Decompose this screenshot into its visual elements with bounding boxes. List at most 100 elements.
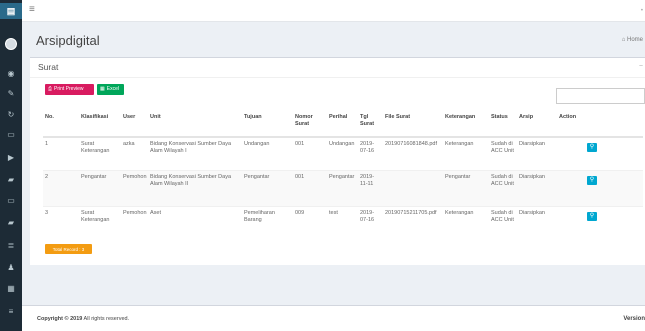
- cell-no: 1: [43, 136, 79, 170]
- col-header[interactable]: Unit: [148, 112, 242, 138]
- page-title: Arsipdigital: [36, 33, 100, 48]
- inbox-icon[interactable]: ▭: [0, 127, 22, 141]
- page-header: Arsipdigital ⌂ Home: [22, 22, 645, 58]
- cell-tgl: 2019-11-11: [358, 169, 383, 206]
- cell-tgl: 2019-07-16: [358, 136, 383, 170]
- cell-unit: Bidang Konservasi Sumber Daya Alam Wilay…: [148, 169, 242, 206]
- cell-tgl: 2019-07-16: [358, 205, 383, 242]
- search-icon: ⚲: [589, 212, 595, 219]
- table-row: 1 Surat Keterangan azka Bidang Konservas…: [43, 136, 643, 170]
- col-header[interactable]: Keterangan: [443, 112, 489, 138]
- cell-keterangan: Pengantar: [443, 169, 489, 206]
- table-row: 3 Surat Keterangan Pemohon Aset Pemeliha…: [43, 205, 643, 242]
- print-preview-button[interactable]: ⎙ Print Preview: [45, 84, 94, 95]
- cell-nomor: 009: [293, 205, 327, 242]
- cell-status: Sudah di ACC Unit: [489, 136, 517, 170]
- cell-perihal: Undangan: [327, 136, 358, 170]
- cell-action: ⚲: [557, 136, 643, 170]
- col-header[interactable]: Status: [489, 112, 517, 138]
- col-header[interactable]: Tgl Surat: [358, 112, 383, 138]
- menu-icon[interactable]: ≡: [0, 304, 22, 318]
- col-header[interactable]: Perihal: [327, 112, 358, 138]
- list-icon[interactable]: ≣: [0, 238, 22, 252]
- history-icon[interactable]: ↻: [0, 107, 22, 121]
- archive-icon[interactable]: ▰: [0, 172, 22, 186]
- cell-keterangan: Keterangan: [443, 136, 489, 170]
- excel-button[interactable]: ▦ Excel: [97, 84, 124, 95]
- inbox-icon[interactable]: ▭: [0, 193, 22, 207]
- user-icon[interactable]: ♟: [0, 260, 22, 274]
- edit-icon[interactable]: ✎: [0, 86, 22, 100]
- col-header[interactable]: Klasifikasi: [79, 112, 121, 138]
- cell-action: ⚲: [557, 205, 643, 242]
- view-button[interactable]: ⚲: [587, 175, 597, 185]
- cell-klasifikasi: Surat Keterangan: [79, 205, 121, 242]
- cell-user: Pemohon: [121, 205, 148, 242]
- cell-tujuan: Undangan: [242, 136, 293, 170]
- footer: Copyright © 2019 All rights reserved. Ve…: [22, 305, 645, 331]
- surat-table: No. Klasifikasi User Unit Tujuan Nomor S…: [43, 112, 643, 242]
- collapse-icon[interactable]: −: [639, 63, 643, 70]
- total-record-badge: Total Record : 3: [45, 244, 92, 254]
- version-label: Version: [623, 316, 645, 322]
- cell-klasifikasi: Pengantar: [79, 169, 121, 206]
- cell-arsip: Diarsipkan: [517, 136, 557, 170]
- col-header: Action: [557, 112, 643, 138]
- hamburger-icon[interactable]: ≡: [29, 5, 35, 15]
- excel-label: Excel: [106, 86, 119, 92]
- cell-file[interactable]: 20190716081848.pdf: [383, 136, 443, 170]
- box-header: Surat −: [30, 58, 645, 78]
- cell-status: Sudah di ACC Unit: [489, 205, 517, 242]
- col-header[interactable]: File Surat: [383, 112, 443, 138]
- cell-perihal: Pengantar: [327, 169, 358, 206]
- copyright: Copyright © 2019 All rights reserved.: [37, 316, 129, 322]
- cell-arsip: Diarsipkan: [517, 205, 557, 242]
- database-icon[interactable]: ▦: [0, 281, 22, 295]
- col-header[interactable]: Arsip: [517, 112, 557, 138]
- copyright-text: All rights reserved.: [82, 316, 130, 322]
- cell-status: Sudah di ACC Unit: [489, 169, 517, 206]
- cell-klasifikasi: Surat Keterangan: [79, 136, 121, 170]
- send-icon[interactable]: ▶: [0, 150, 22, 164]
- breadcrumb-home[interactable]: Home: [627, 37, 643, 43]
- table-header-row: No. Klasifikasi User Unit Tujuan Nomor S…: [43, 112, 643, 138]
- excel-icon: ▦: [100, 86, 105, 92]
- search-icon: ⚲: [589, 144, 595, 150]
- cell-keterangan: Keterangan: [443, 205, 489, 242]
- breadcrumb[interactable]: ⌂ Home: [622, 37, 643, 43]
- surat-box: Surat − ⎙ Print Preview ▦ Excel No. Klas…: [30, 57, 645, 265]
- home-icon: ⌂: [621, 37, 626, 43]
- cell-tujuan: Pengantar: [242, 169, 293, 206]
- col-header[interactable]: Nomor Surat: [293, 112, 327, 138]
- cell-file[interactable]: 20190715211705.pdf: [383, 205, 443, 242]
- cell-action: ⚲: [557, 169, 643, 206]
- search-icon: ⚲: [589, 176, 595, 183]
- col-header[interactable]: User: [121, 112, 148, 138]
- dot-icon: •: [640, 8, 643, 14]
- cell-unit: Bidang Konservasi Sumber Daya Alam Wilay…: [148, 136, 242, 170]
- search-input[interactable]: [556, 88, 645, 104]
- cell-file[interactable]: [383, 169, 443, 206]
- copyright-year: Copyright © 2019: [37, 316, 83, 322]
- print-preview-label: Print Preview: [54, 86, 84, 92]
- sidebar: ▤ ◉ ✎ ↻ ▭ ▶ ▰ ▭ ▰ ≣ ♟ ▦ ≡: [0, 0, 22, 331]
- view-button[interactable]: ⚲: [587, 143, 597, 152]
- archive-icon[interactable]: ▰: [0, 215, 22, 229]
- logo-icon[interactable]: ▤: [0, 3, 22, 19]
- dashboard-icon[interactable]: ◉: [0, 66, 22, 80]
- box-title: Surat: [38, 62, 59, 72]
- avatar[interactable]: [0, 37, 22, 51]
- cell-nomor: 001: [293, 169, 327, 206]
- cell-user: azka: [121, 136, 148, 170]
- col-header[interactable]: Tujuan: [242, 112, 293, 138]
- cell-perihal: test: [327, 205, 358, 242]
- print-icon: ⎙: [48, 86, 53, 92]
- cell-user: Pemohon: [121, 169, 148, 206]
- cell-tujuan: Pemeliharan Barang: [242, 205, 293, 242]
- view-button[interactable]: ⚲: [587, 211, 597, 221]
- cell-no: 3: [43, 205, 79, 242]
- cell-no: 2: [43, 169, 79, 206]
- col-header[interactable]: No.: [43, 112, 79, 138]
- table-row: 2 Pengantar Pemohon Bidang Konservasi Su…: [43, 169, 643, 206]
- cell-nomor: 001: [293, 136, 327, 170]
